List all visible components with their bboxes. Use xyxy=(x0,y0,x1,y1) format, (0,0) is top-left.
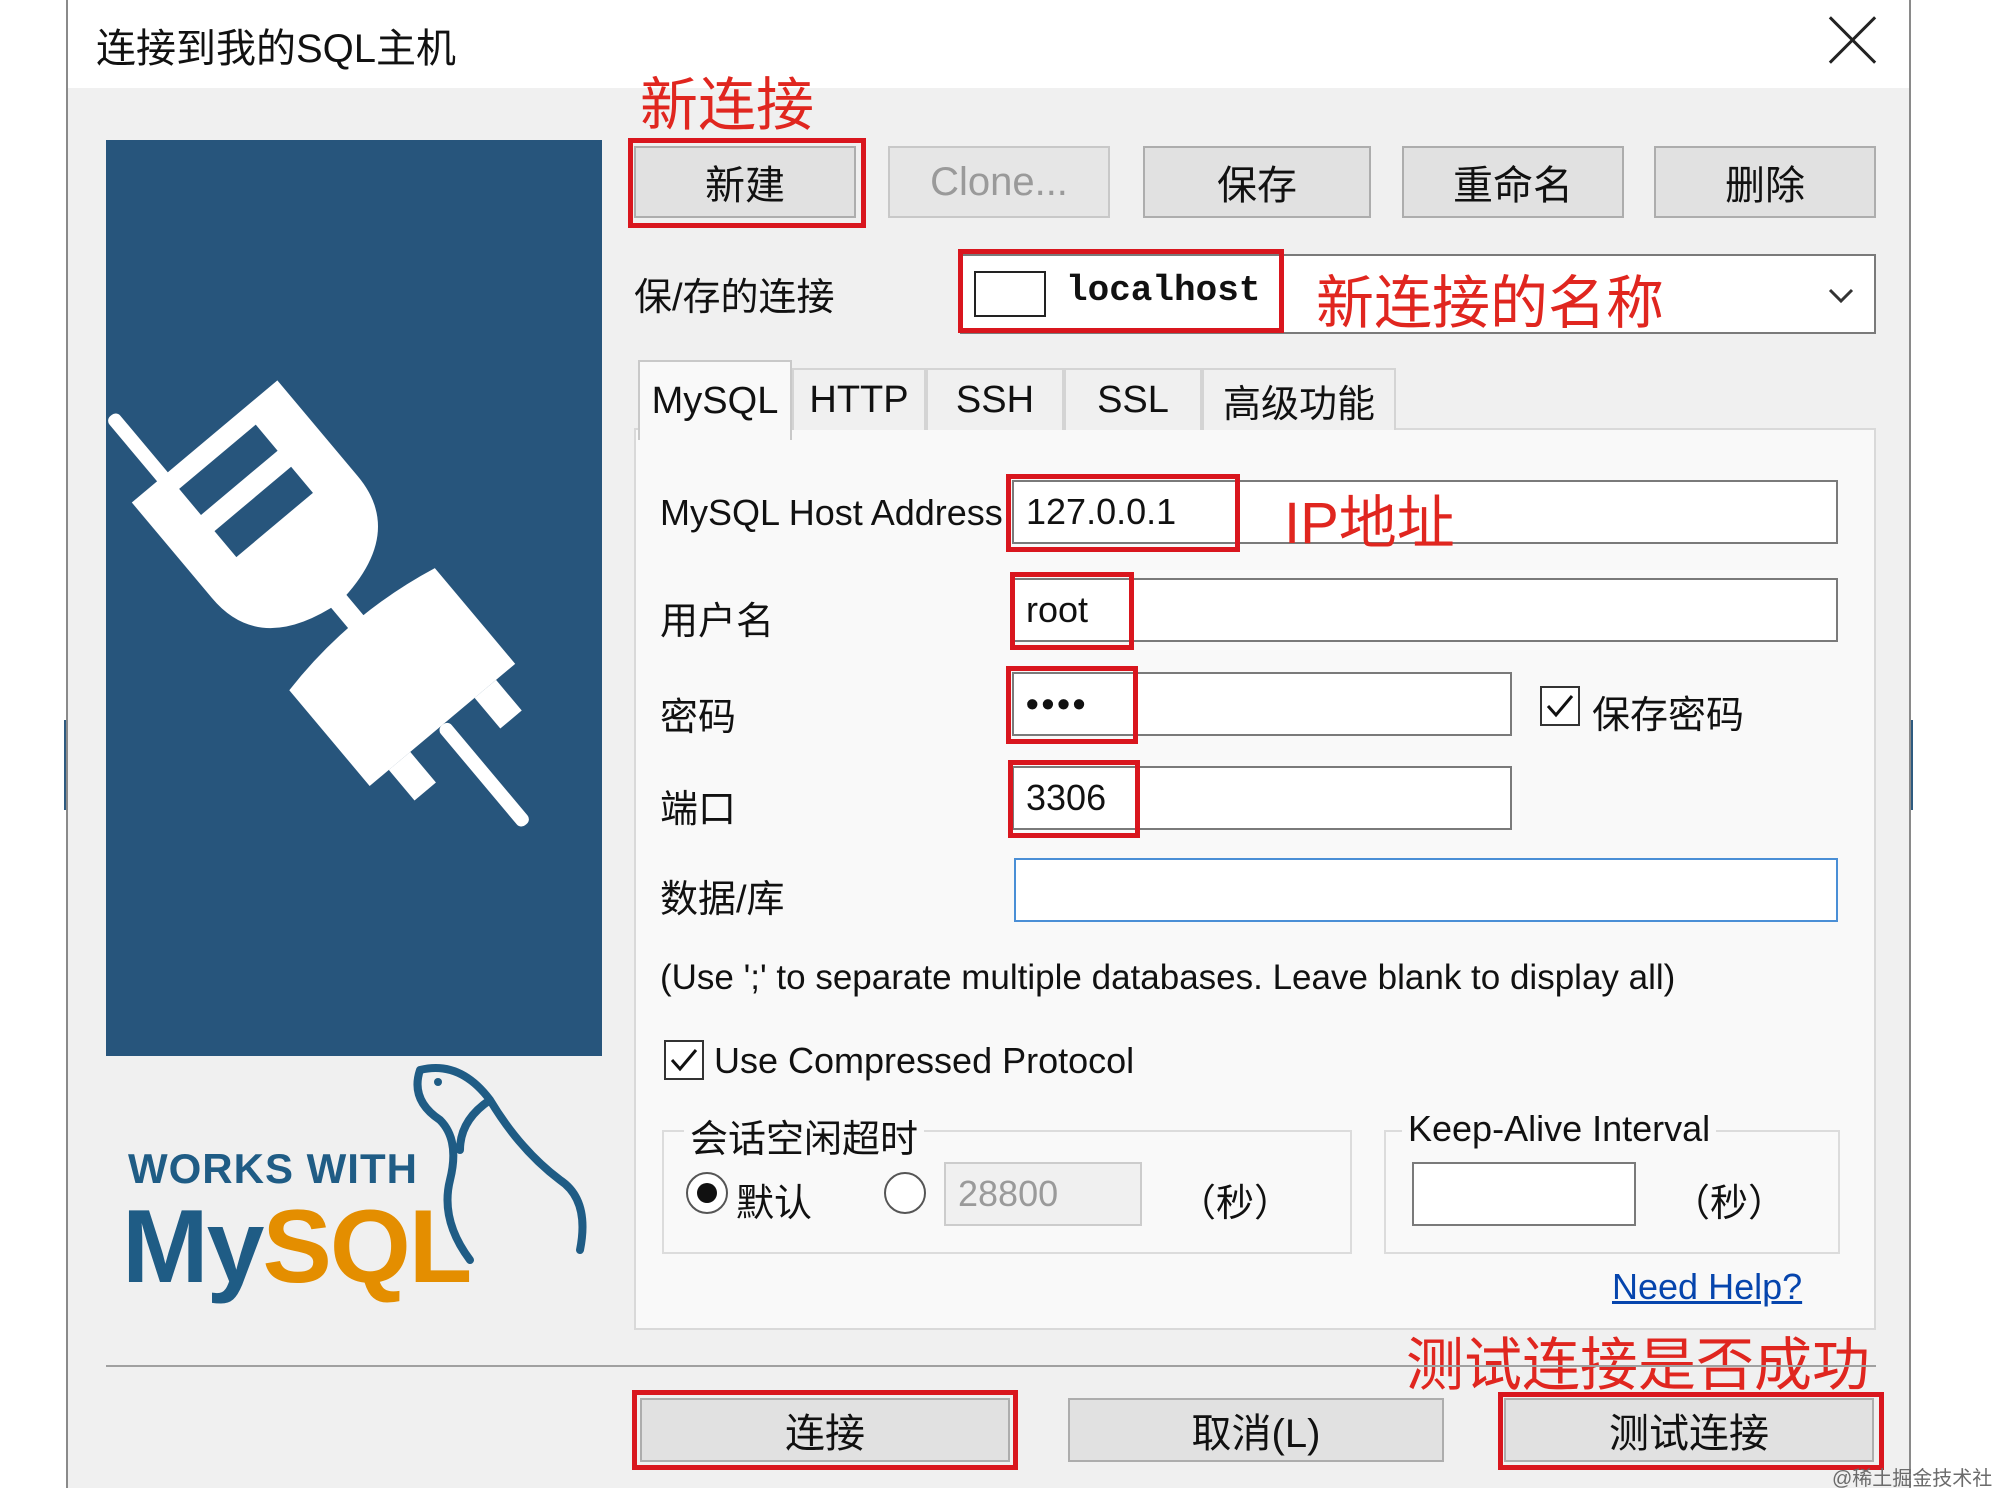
keepalive-input[interactable] xyxy=(1412,1162,1636,1226)
need-help-link[interactable]: Need Help? xyxy=(1612,1266,1802,1308)
save-password-checkbox[interactable] xyxy=(1540,686,1580,726)
tab-advanced[interactable]: 高级功能 xyxy=(1202,368,1396,430)
timeout-value-input[interactable]: 28800 xyxy=(944,1162,1142,1226)
footer-divider xyxy=(106,1365,1876,1367)
timeout-default-label: 默认 xyxy=(736,1183,813,1225)
clone-button[interactable]: Clone... xyxy=(888,146,1110,218)
tab-ssh[interactable]: SSH xyxy=(926,368,1064,430)
rename-button[interactable]: 重命名 xyxy=(1402,146,1624,218)
highlight-host xyxy=(1006,474,1240,552)
database-hint: (Use ';' to separate multiple databases.… xyxy=(660,958,1676,997)
cancel-button[interactable]: 取消(L) xyxy=(1068,1398,1444,1462)
checkmark-icon xyxy=(1546,695,1574,718)
tab-http[interactable]: HTTP xyxy=(792,368,926,430)
delete-button[interactable]: 删除 xyxy=(1654,146,1876,218)
works-with-text: WORKS WITH xyxy=(128,1145,418,1192)
highlight-connection-name xyxy=(958,249,1284,333)
annotation-connection-name: 新连接的名称 xyxy=(1316,271,1665,336)
keepalive-title: Keep-Alive Interval xyxy=(1402,1108,1717,1150)
save-button[interactable]: 保存 xyxy=(1143,146,1371,218)
timeout-unit: （秒） xyxy=(1178,1183,1293,1225)
username-label: 用户名 xyxy=(660,601,775,643)
highlight-password xyxy=(1006,666,1138,744)
plug-connect-icon xyxy=(108,380,529,827)
mysql-logo-sql: SQL xyxy=(262,1189,472,1305)
highlight-username xyxy=(1010,572,1134,650)
timeout-default-radio[interactable] xyxy=(686,1172,728,1214)
logo-banner xyxy=(106,140,602,1056)
compressed-protocol-checkbox[interactable] xyxy=(664,1040,704,1080)
highlight-test-connection xyxy=(1498,1392,1884,1470)
dialog-title: 连接到我的SQL主机 xyxy=(96,27,457,71)
highlight-connect xyxy=(632,1390,1018,1470)
tab-ssl[interactable]: SSL xyxy=(1064,368,1202,430)
database-input[interactable] xyxy=(1014,858,1838,922)
highlight-new xyxy=(628,138,866,228)
checkmark-icon xyxy=(670,1049,698,1072)
session-timeout-title: 会话空闲超时 xyxy=(684,1108,925,1163)
watermark: @稀土掘金技术社区 xyxy=(1832,1468,1992,1490)
annotation-new-connection: 新连接 xyxy=(640,73,815,138)
save-password-label: 保存密码 xyxy=(1592,695,1745,737)
username-input[interactable]: root xyxy=(1012,578,1838,642)
mysql-logo: MySQL xyxy=(122,1188,472,1307)
keepalive-unit: （秒） xyxy=(1672,1183,1787,1225)
saved-connections-label: 保/存的连接 xyxy=(634,277,835,319)
highlight-port xyxy=(1008,760,1140,838)
port-label: 端口 xyxy=(660,789,737,831)
annotation-ip-address: IP地址 xyxy=(1284,491,1455,556)
tab-mysql[interactable]: MySQL xyxy=(638,360,792,440)
chevron-down-icon[interactable] xyxy=(1826,280,1856,310)
compressed-protocol-label: Use Compressed Protocol xyxy=(714,1040,1135,1081)
timeout-custom-radio[interactable] xyxy=(884,1172,926,1214)
host-label: MySQL Host Address xyxy=(660,492,1003,533)
password-label: 密码 xyxy=(660,697,737,739)
close-icon[interactable] xyxy=(1824,12,1880,68)
annotation-test-success: 测试连接是否成功 xyxy=(1406,1333,1871,1398)
database-label: 数据/库 xyxy=(660,879,785,921)
mysql-logo-my: My xyxy=(122,1189,264,1305)
